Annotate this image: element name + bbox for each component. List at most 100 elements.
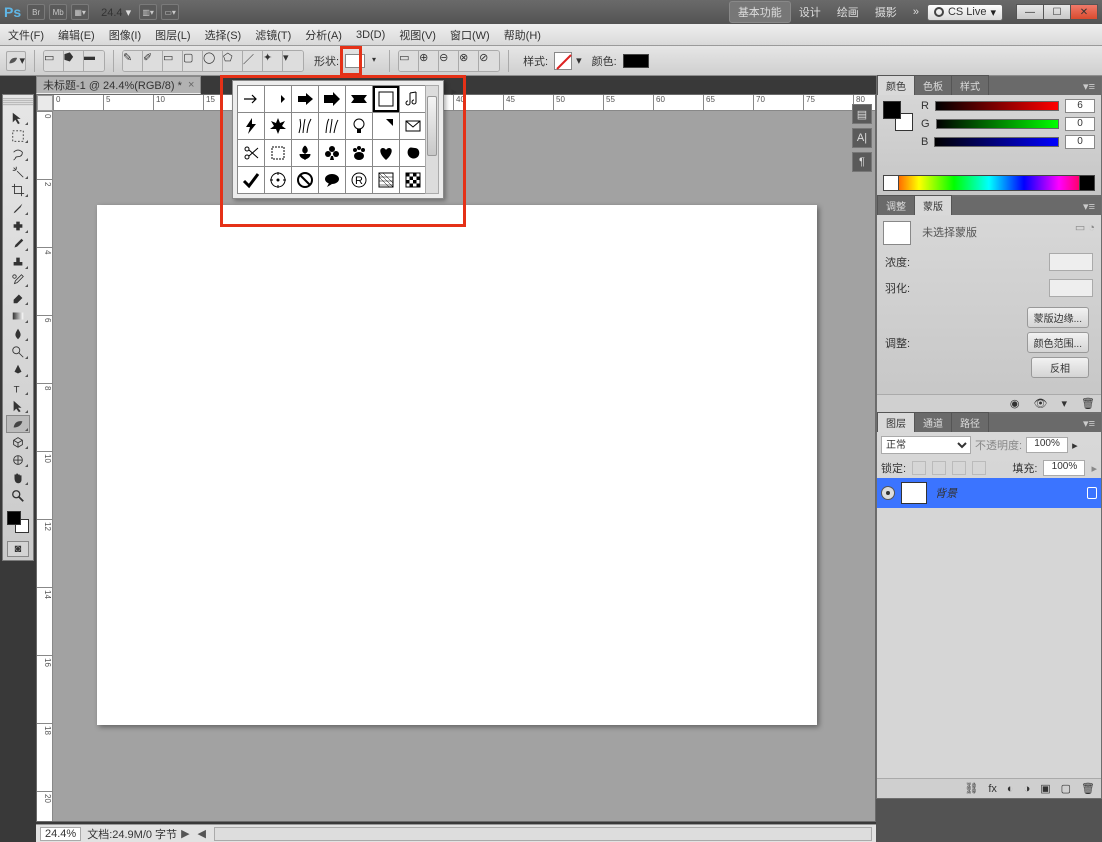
fg-bg-swatches[interactable] [5, 509, 31, 535]
polygon-icon[interactable]: ⬠ [223, 51, 243, 71]
workspace-more[interactable]: » [905, 4, 927, 20]
lock-all-icon[interactable] [972, 461, 986, 475]
new-layer-icon[interactable]: ▢ [1061, 782, 1071, 795]
custom-shape-tool-icon[interactable]: ▾ [6, 51, 26, 71]
tab-styles[interactable]: 样式 [951, 75, 989, 95]
shape-blob[interactable] [400, 140, 426, 166]
menu-window[interactable]: 窗口(W) [450, 27, 490, 43]
fill-field[interactable]: 100% [1043, 460, 1085, 476]
btn-color-range[interactable]: 颜色范围... [1027, 332, 1089, 353]
minimize-button[interactable]: — [1016, 4, 1044, 20]
shape-no-sign[interactable] [373, 113, 399, 139]
3d-tool[interactable] [6, 433, 30, 451]
brush-tool[interactable] [6, 235, 30, 253]
ellipse-icon[interactable]: ◯ [203, 51, 223, 71]
screenmode-button[interactable]: ▭▾ [161, 4, 179, 20]
shape-scissors[interactable] [238, 140, 264, 166]
ruler-origin[interactable] [37, 95, 53, 111]
blur-tool[interactable] [6, 325, 30, 343]
workspace-tab-photo[interactable]: 摄影 [867, 2, 905, 22]
status-menu-icon[interactable]: ▶ [181, 827, 189, 840]
panel-menu-icon[interactable]: ▾≡ [1077, 198, 1101, 215]
panel-menu-icon[interactable]: ▾≡ [1077, 415, 1101, 432]
lasso-tool[interactable] [6, 145, 30, 163]
3d-camera-tool[interactable] [6, 451, 30, 469]
mask-ftr-icon[interactable]: ▾ [1062, 397, 1068, 410]
close-button[interactable]: ✕ [1070, 4, 1098, 20]
menu-analysis[interactable]: 分析(A) [305, 27, 342, 43]
shape-club[interactable] [319, 140, 345, 166]
mask-ftr-icon[interactable]: ◉ [1010, 397, 1020, 410]
ruler-horizontal[interactable]: 05101520243035404550556065707580 [53, 95, 875, 111]
eyedropper-tool[interactable] [6, 199, 30, 217]
ruler-vertical[interactable]: 02468101214161820 [37, 111, 53, 821]
zoom-tool[interactable] [6, 487, 30, 505]
freeform-pen-icon[interactable]: ✐ [143, 51, 163, 71]
shape-picker-menu-icon[interactable]: ▸ [451, 85, 457, 98]
maximize-button[interactable]: ☐ [1043, 4, 1071, 20]
opacity-field[interactable]: 100% [1026, 437, 1068, 453]
menu-3d[interactable]: 3D(D) [356, 29, 385, 41]
shape-ribbon[interactable] [346, 86, 372, 112]
visibility-icon[interactable] [881, 486, 895, 500]
menu-layer[interactable]: 图层(L) [155, 27, 190, 43]
shape-sq[interactable] [265, 140, 291, 166]
op-new[interactable]: ▭ [399, 51, 419, 71]
shape-bolt[interactable] [238, 113, 264, 139]
close-doc-icon[interactable]: × [188, 79, 194, 91]
blend-mode-select[interactable]: 正常 [881, 436, 971, 454]
shape-mail[interactable] [400, 113, 426, 139]
shape-picker-scrollbar[interactable] [425, 85, 439, 194]
shape-check[interactable] [238, 167, 264, 193]
stamp-tool[interactable] [6, 253, 30, 271]
shape-paw[interactable] [346, 140, 372, 166]
shape-bulb[interactable] [346, 113, 372, 139]
op-exclude[interactable]: ⊘ [479, 51, 499, 71]
zoom-level[interactable]: 24.4 ▾ [101, 6, 131, 19]
op-intersect[interactable]: ⊗ [459, 51, 479, 71]
shape-picker-trigger[interactable] [345, 54, 365, 68]
workspace-tab-design[interactable]: 设计 [791, 2, 829, 22]
group-icon[interactable]: ▣ [1040, 782, 1050, 795]
history-brush-tool[interactable] [6, 271, 30, 289]
shape-ban[interactable] [292, 167, 318, 193]
tab-layers[interactable]: 图层 [877, 412, 915, 432]
tab-color[interactable]: 颜色 [877, 75, 915, 95]
mask-ftr-icon[interactable]: 🗑 [1081, 397, 1095, 410]
character-dock-icon[interactable]: A| [852, 128, 872, 148]
shape-tool[interactable] [6, 415, 30, 433]
document-tab[interactable]: 未标题-1 @ 24.4%(RGB/8) * × [36, 76, 201, 94]
shape-burst[interactable] [265, 113, 291, 139]
custom-shape-icon[interactable]: ✦ [263, 51, 283, 71]
wand-tool[interactable] [6, 163, 30, 181]
shape-hatch[interactable] [373, 167, 399, 193]
menu-select[interactable]: 选择(S) [205, 27, 242, 43]
history-dock-icon[interactable]: ▤ [852, 104, 872, 124]
fx-icon[interactable]: fx [988, 783, 997, 795]
op-add[interactable]: ⊕ [419, 51, 439, 71]
shape-fleur[interactable] [292, 140, 318, 166]
mode-path[interactable]: ⭓ [64, 51, 84, 71]
toolbox-grip[interactable] [3, 98, 33, 106]
slider-r[interactable] [935, 101, 1059, 111]
value-r[interactable]: 6 [1065, 99, 1095, 113]
pen-tool[interactable] [6, 361, 30, 379]
eraser-tool[interactable] [6, 289, 30, 307]
dodge-tool[interactable] [6, 343, 30, 361]
move-tool[interactable] [6, 109, 30, 127]
shape-arrow-bold[interactable] [292, 86, 318, 112]
panel-menu-icon[interactable]: ▾≡ [1077, 78, 1101, 95]
trash-icon[interactable]: 🗑 [1081, 782, 1095, 795]
mask-icon-btn[interactable]: ◐ [1007, 783, 1014, 795]
btn-invert[interactable]: 反相 [1031, 357, 1089, 378]
status-zoom[interactable]: 24.4% [40, 827, 81, 841]
cs-live-button[interactable]: CS Live ▾ [927, 4, 1003, 21]
menu-view[interactable]: 视图(V) [399, 27, 436, 43]
path-select-tool[interactable] [6, 397, 30, 415]
gradient-tool[interactable] [6, 307, 30, 325]
type-tool[interactable]: T [6, 379, 30, 397]
minibridge-button[interactable]: Mb [49, 4, 67, 20]
scroll-left-icon[interactable]: ◀ [198, 827, 206, 840]
paragraph-dock-icon[interactable]: ¶ [852, 152, 872, 172]
shape-registered[interactable]: R [346, 167, 372, 193]
